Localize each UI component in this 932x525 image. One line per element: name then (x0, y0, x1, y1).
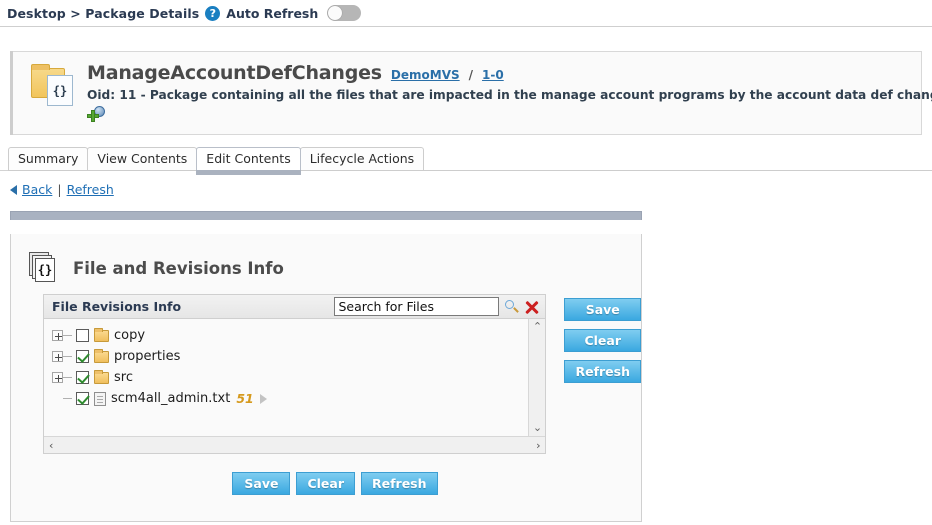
tree-row[interactable]: src (52, 367, 528, 388)
folder-icon (94, 348, 109, 363)
tab-summary[interactable]: Summary (8, 147, 89, 170)
row-checkbox[interactable] (76, 350, 89, 363)
title-separator: / (468, 68, 474, 82)
tab-label: View Contents (97, 151, 188, 166)
side-buttons: Save Clear Refresh (564, 294, 641, 383)
file-revisions-header: File Revisions Info (44, 295, 546, 319)
page-title: ManageAccountDefChanges (87, 62, 382, 84)
save-button-bottom[interactable]: Save (232, 472, 291, 495)
clear-button-bottom[interactable]: Clear (296, 472, 355, 495)
magnifier-handle (513, 306, 520, 313)
nav-links: Back | Refresh (10, 182, 932, 197)
project-link[interactable]: DemoMVS (391, 68, 460, 82)
panel-top-bar (10, 211, 642, 220)
expand-icon[interactable] (52, 351, 63, 362)
nav-separator: | (57, 182, 62, 197)
tree-connector (63, 377, 72, 378)
search-wrap (334, 297, 545, 316)
add-deploy-icon[interactable] (87, 106, 107, 124)
auto-refresh-label: Auto Refresh (226, 5, 319, 21)
scroll-right-icon[interactable]: › (536, 440, 540, 451)
bottom-buttons: Save Clear Refresh (29, 472, 641, 495)
refresh-link[interactable]: Refresh (67, 182, 114, 197)
package-folder-code-icon: {} (27, 62, 83, 126)
code-document-shape: {} (47, 73, 73, 106)
scroll-up-icon[interactable]: ⌃ (533, 321, 542, 332)
stack-sheet-front: {} (35, 258, 55, 282)
help-circle-icon[interactable]: ? (205, 5, 221, 21)
version-link[interactable]: 1-0 (482, 68, 504, 82)
folder-icon (94, 327, 109, 342)
tree-row[interactable]: properties (52, 346, 528, 367)
tree-row[interactable]: scm4all_admin.txt 51 (52, 388, 528, 409)
package-description: Oid: 11 - Package containing all the fil… (87, 88, 932, 102)
document-icon (94, 391, 106, 406)
file-revisions-box: File Revisions Info Search for Files cop… (43, 294, 547, 454)
revision-number: 51 (236, 391, 254, 406)
auto-refresh-toggle[interactable] (327, 5, 362, 21)
scroll-down-icon[interactable]: ⌄ (533, 422, 542, 433)
content-panel: {} File and Revisions Info File Revision… (10, 234, 642, 522)
tree-node-label: properties (114, 349, 181, 364)
tab-label: Lifecycle Actions (309, 151, 415, 166)
tab-edit-contents[interactable]: Edit Contents (196, 147, 302, 175)
triangle-right-icon[interactable] (259, 393, 267, 404)
search-input[interactable] (334, 297, 500, 316)
tree-connector (63, 356, 72, 357)
save-button[interactable]: Save (564, 298, 641, 321)
tree-connector (63, 398, 72, 399)
panel-title-row: {} File and Revisions Info (29, 248, 641, 288)
vertical-scrollbar[interactable]: ⌃ ⌄ (528, 319, 546, 436)
row-checkbox[interactable] (76, 392, 89, 405)
package-title-row: ManageAccountDefChanges DemoMVS / 1-0 (87, 62, 932, 84)
folder-icon (94, 369, 109, 384)
file-revisions-title: File Revisions Info (52, 299, 182, 314)
tree-node-label: src (114, 370, 133, 385)
plus-vertical (91, 110, 95, 122)
tab-bar: Summary View Contents Edit Contents Life… (8, 146, 932, 175)
horizontal-scrollbar[interactable]: ‹ › (44, 436, 546, 453)
tab-label: Summary (18, 151, 79, 166)
triangle-left-icon[interactable] (10, 184, 17, 195)
row-checkbox[interactable] (76, 329, 89, 342)
tab-lifecycle-actions[interactable]: Lifecycle Actions (299, 147, 425, 170)
file-stack-code-icon: {} (29, 252, 59, 284)
back-link[interactable]: Back (22, 182, 52, 197)
tab-underline (8, 170, 932, 171)
scroll-left-icon[interactable]: ‹ (49, 440, 53, 451)
tab-view-contents[interactable]: View Contents (87, 147, 198, 170)
tree-node-label: copy (114, 328, 146, 343)
tree-node-label: scm4all_admin.txt (111, 391, 231, 406)
revisions-area: File Revisions Info Search for Files cop… (43, 294, 641, 454)
breadcrumb-bar: Desktop > Package Details ? Auto Refresh (0, 0, 932, 27)
toggle-knob (328, 6, 343, 20)
breadcrumb[interactable]: Desktop > Package Details (7, 6, 199, 21)
expand-icon[interactable] (52, 372, 63, 383)
panel-title: File and Revisions Info (73, 258, 284, 278)
package-header: {} ManageAccountDefChanges DemoMVS / 1-0… (10, 51, 932, 135)
tree-connector (63, 335, 72, 336)
tree-row[interactable]: copy (52, 325, 528, 346)
expand-icon[interactable] (52, 330, 63, 341)
tree-viewport: copy properties src scm4all_admin.txt 51… (44, 319, 546, 436)
tab-label: Edit Contents (206, 151, 291, 166)
refresh-button[interactable]: Refresh (564, 360, 641, 383)
file-tree: copy properties src scm4all_admin.txt 51 (44, 319, 529, 436)
magnifier-icon[interactable] (504, 299, 520, 315)
row-checkbox[interactable] (76, 371, 89, 384)
refresh-button-bottom[interactable]: Refresh (361, 472, 438, 495)
clear-button[interactable]: Clear (564, 329, 641, 352)
red-x-icon[interactable] (525, 300, 540, 314)
